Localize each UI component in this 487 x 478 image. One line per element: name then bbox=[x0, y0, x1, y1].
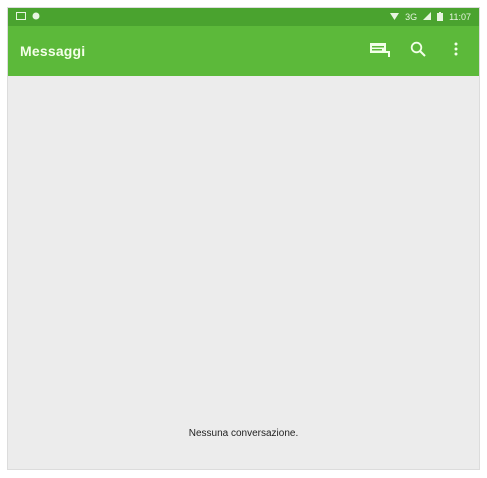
message-notification-icon bbox=[16, 12, 26, 22]
more-vert-icon bbox=[454, 42, 458, 61]
new-message-icon bbox=[369, 41, 391, 62]
wifi-icon bbox=[390, 12, 400, 22]
android-notification-icon bbox=[32, 12, 40, 22]
page-title: Messaggi bbox=[20, 43, 86, 59]
status-left bbox=[16, 12, 40, 22]
conversation-list: Nessuna conversazione. bbox=[8, 76, 479, 469]
app-bar-actions bbox=[369, 40, 467, 62]
signal-icon bbox=[423, 12, 432, 22]
status-time: 11:07 bbox=[449, 12, 471, 22]
search-button[interactable] bbox=[407, 40, 429, 62]
empty-state-text: Nessuna conversazione. bbox=[188, 428, 299, 439]
search-icon bbox=[410, 41, 426, 62]
status-bar: 3G 11:07 bbox=[8, 8, 479, 26]
network-type-label: 3G bbox=[405, 12, 418, 22]
app-bar: Messaggi bbox=[8, 26, 479, 76]
more-options-button[interactable] bbox=[445, 40, 467, 62]
status-right: 3G 11:07 bbox=[390, 11, 471, 23]
battery-icon bbox=[437, 11, 444, 23]
app-frame: 3G 11:07 Messaggi Nessuna conversazione. bbox=[7, 7, 480, 470]
new-message-button[interactable] bbox=[369, 40, 391, 62]
